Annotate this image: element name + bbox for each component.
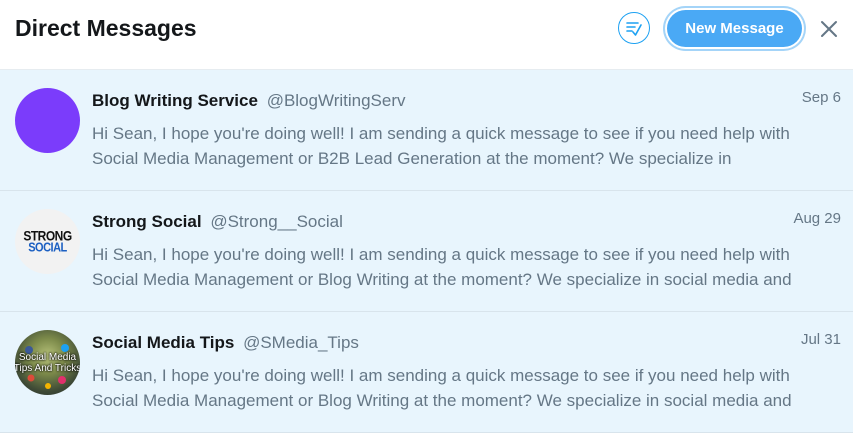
page-title: Direct Messages xyxy=(15,15,197,41)
checklist-icon xyxy=(626,22,642,36)
conversation-item[interactable]: Blog Writing Service @BlogWritingServ Se… xyxy=(0,70,853,191)
sender-handle: @Strong__Social xyxy=(210,212,343,231)
sender-name[interactable]: Strong Social xyxy=(92,212,202,231)
preview-line-1: Hi Sean, I hope you're doing well! I am … xyxy=(92,366,790,385)
message-preview: Hi Sean, I hope you're doing well! I am … xyxy=(92,121,832,171)
sender-name[interactable]: Blog Writing Service xyxy=(92,91,258,110)
conversation-header: Blog Writing Service @BlogWritingServ xyxy=(92,91,406,111)
message-preview: Hi Sean, I hope you're doing well! I am … xyxy=(92,242,832,292)
avatar-logo-text-1: Social Media xyxy=(18,351,77,363)
preview-line-2: Social Media Management or Blog Writing … xyxy=(92,391,792,410)
message-date: Aug 29 xyxy=(793,210,841,227)
direct-messages-panel: Direct Messages New Message Blog Writing… xyxy=(0,0,853,436)
new-message-button[interactable]: New Message xyxy=(667,10,802,47)
conversation-list: Blog Writing Service @BlogWritingServ Se… xyxy=(0,70,853,436)
close-icon xyxy=(821,21,837,37)
conversation-item[interactable]: STRONG SOCIAL Strong Social @Strong__Soc… xyxy=(0,191,853,312)
sender-handle: @SMedia_Tips xyxy=(243,333,359,352)
header: Direct Messages New Message xyxy=(0,0,853,70)
sender-handle: @BlogWritingServ xyxy=(266,91,406,110)
message-preview: Hi Sean, I hope you're doing well! I am … xyxy=(92,363,832,413)
avatar-logo-text-2: Tips And Tricks xyxy=(15,362,80,374)
preview-line-1: Hi Sean, I hope you're doing well! I am … xyxy=(92,124,790,143)
preview-line-2: Social Media Management or Blog Writing … xyxy=(92,270,792,289)
conversation-header: Social Media Tips @SMedia_Tips xyxy=(92,333,359,353)
sender-name[interactable]: Social Media Tips xyxy=(92,333,234,352)
conversation-item[interactable]: Social Media Tips And Tricks Social Medi… xyxy=(0,312,853,433)
preview-line-1: Hi Sean, I hope you're doing well! I am … xyxy=(92,245,790,264)
close-button[interactable] xyxy=(818,18,840,40)
avatar[interactable]: Social Media Tips And Tricks xyxy=(15,330,80,395)
message-date: Sep 6 xyxy=(801,89,841,106)
mark-all-read-button[interactable] xyxy=(618,12,650,44)
avatar[interactable]: STRONG SOCIAL xyxy=(15,209,80,274)
avatar-logo-text-2: SOCIAL xyxy=(28,240,67,255)
message-date: Jul 31 xyxy=(800,331,841,348)
avatar[interactable] xyxy=(15,88,80,153)
conversation-header: Strong Social @Strong__Social xyxy=(92,212,343,232)
preview-line-2: Social Media Management or B2B Lead Gene… xyxy=(92,149,732,168)
